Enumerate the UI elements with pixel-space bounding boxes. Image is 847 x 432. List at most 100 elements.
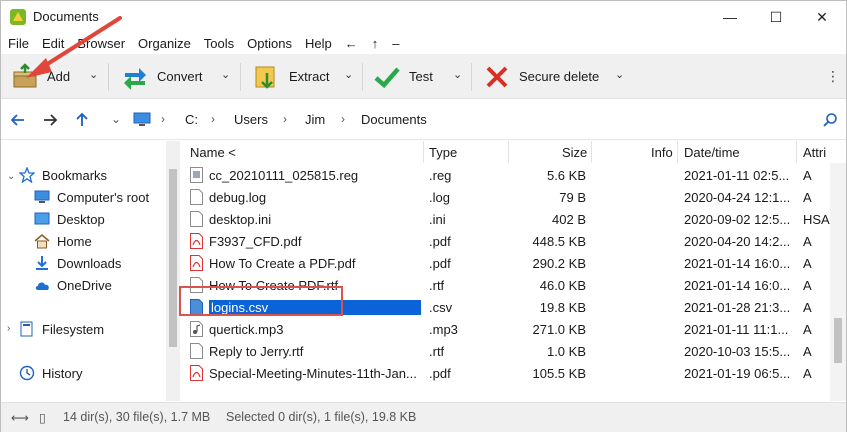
tree-label-bookmarks: Bookmarks [42, 167, 108, 183]
column-header-date[interactable]: Date/time [684, 145, 740, 160]
tree-scrollbar-thumb[interactable] [169, 169, 177, 347]
menu-help[interactable]: Help [305, 36, 338, 51]
file-attributes: A [803, 322, 812, 337]
table-row[interactable]: F3937_CFD.pdf .pdf 448.5 KB 2020-04-20 14:2… [182, 230, 832, 252]
menu-up-icon[interactable]: ↑ [372, 36, 379, 51]
column-divider[interactable] [796, 141, 797, 163]
breadcrumb-separator: › [211, 112, 215, 126]
tree-item-home[interactable]: Home [34, 231, 92, 251]
table-row[interactable]: Reply to Jerry.rtf .rtf 1.0 KB 2020-10-03 1… [182, 340, 832, 362]
computer-icon [34, 189, 50, 205]
column-divider[interactable] [591, 141, 592, 163]
add-dropdown-icon[interactable]: ⌄ [89, 68, 98, 81]
table-row[interactable]: debug.log .log 79 B 2020-04-24 12:1... A [182, 186, 832, 208]
table-row[interactable]: quertick.mp3 .mp3 271.0 KB 2021-01-11 11:1.… [182, 318, 832, 340]
file-attributes: A [803, 366, 812, 381]
toolbar-more-icon[interactable]: ⋮ [826, 68, 840, 85]
history-dropdown-icon[interactable]: ⌄ [111, 112, 121, 126]
secure-delete-dropdown-icon[interactable]: ⌄ [615, 68, 624, 81]
menu-minimize-icon[interactable]: – [392, 36, 399, 51]
computer-icon[interactable] [131, 109, 153, 131]
tree-scrollbar[interactable] [166, 141, 180, 401]
menu-tools[interactable]: Tools [204, 36, 240, 51]
file-name: F3937_CFD.pdf [209, 234, 302, 249]
menu-options[interactable]: Options [247, 36, 298, 51]
file-list-scrollbar[interactable] [830, 163, 846, 401]
toolbar-divider [240, 63, 241, 91]
menu-file[interactable]: File [8, 36, 35, 51]
tree-label-filesystem: Filesystem [42, 321, 105, 337]
tree-label-onedrive: OneDrive [57, 277, 112, 293]
column-divider[interactable] [508, 141, 509, 163]
close-button[interactable]: ✕ [799, 1, 845, 33]
search-icon[interactable] [819, 109, 841, 131]
menu-edit[interactable]: Edit [42, 36, 70, 51]
text-file-icon [190, 343, 203, 359]
extract-button[interactable]: Extract [253, 54, 329, 99]
convert-button[interactable]: Convert [121, 54, 203, 99]
table-row[interactable]: desktop.ini .ini 402 B 2020-09-02 12:5... HS… [182, 208, 832, 230]
column-header-type[interactable]: Type [429, 145, 457, 160]
extract-dropdown-icon[interactable]: ⌄ [344, 68, 353, 81]
minimize-button[interactable]: — [707, 1, 753, 33]
column-divider[interactable] [677, 141, 678, 163]
file-size: 402 B [552, 212, 586, 227]
breadcrumb-users[interactable]: Users [234, 112, 268, 127]
secure-delete-button[interactable]: Secure delete [483, 54, 599, 99]
column-header-attributes[interactable]: Attri [803, 145, 826, 160]
tree-item-computers-root[interactable]: Computer's root [34, 187, 149, 207]
back-arrow-icon[interactable] [7, 109, 29, 131]
test-label: Test [409, 69, 433, 84]
forward-arrow-icon[interactable] [39, 109, 61, 131]
maximize-button[interactable]: ☐ [753, 1, 799, 33]
tree-label-home: Home [57, 233, 92, 249]
column-header-info[interactable]: Info [651, 145, 673, 160]
file-attributes: A [803, 278, 812, 293]
table-row[interactable]: Special-Meeting-Minutes-11th-Jan... .pdf 1… [182, 362, 832, 384]
file-size: 19.8 KB [539, 300, 586, 315]
file-type: .mp3 [429, 322, 458, 337]
table-row[interactable]: How To Create a PDF.pdf .pdf 290.2 KB 2021-… [182, 252, 832, 274]
extract-label: Extract [289, 69, 330, 84]
file-list-scrollbar-thumb[interactable] [834, 318, 842, 363]
column-header-name[interactable]: Name < [190, 145, 236, 160]
tree-item-desktop[interactable]: Desktop [34, 209, 105, 229]
menu-back-icon[interactable]: ← [345, 36, 358, 51]
table-row[interactable]: cc_20210111_025815.reg .reg 5.6 KB 2021-01-… [182, 164, 832, 186]
file-type: .ini [429, 212, 446, 227]
file-date: 2021-01-19 06:5... [684, 366, 791, 381]
menu-organize[interactable]: Organize [138, 36, 197, 51]
tree-item-bookmarks[interactable]: Bookmarks [19, 165, 107, 185]
breadcrumb-documents[interactable]: Documents [361, 112, 427, 127]
up-arrow-icon[interactable] [71, 109, 93, 131]
menu-bar: File Edit Browser Organize Tools Options… [1, 33, 846, 53]
menu-browser[interactable]: Browser [77, 36, 131, 51]
add-button[interactable]: Add [11, 54, 70, 99]
bookmarks-expand-icon[interactable]: ⌄ [7, 171, 15, 182]
filesystem-icon [19, 321, 35, 337]
file-attributes: A [803, 234, 812, 249]
test-button[interactable]: Test [373, 54, 433, 99]
test-dropdown-icon[interactable]: ⌄ [453, 68, 462, 81]
convert-label: Convert [157, 69, 203, 84]
file-list: Name < Type Size Info Date/time Attri cc… [182, 141, 846, 401]
tree-item-downloads[interactable]: Downloads [34, 253, 121, 273]
column-divider[interactable] [423, 141, 424, 163]
breadcrumb-drive[interactable]: C: [185, 112, 198, 127]
file-date: 2021-01-14 16:0... [684, 256, 791, 271]
file-attributes: A [803, 190, 812, 205]
address-bar: ⌄ › C: › Users › Jim › Documents [1, 100, 846, 140]
column-header-size[interactable]: Size [562, 145, 587, 160]
tree-item-history[interactable]: History [19, 363, 82, 383]
convert-dropdown-icon[interactable]: ⌄ [221, 68, 230, 81]
file-type: .log [429, 190, 450, 205]
breadcrumb-jim[interactable]: Jim [305, 112, 325, 127]
filesystem-expand-icon[interactable]: › [7, 323, 10, 334]
app-logo-icon [10, 9, 26, 25]
tree-item-filesystem[interactable]: Filesystem [19, 319, 104, 339]
tree-item-onedrive[interactable]: OneDrive [34, 275, 112, 295]
resize-arrows-icon[interactable]: ⟷ [11, 410, 29, 425]
file-name: desktop.ini [209, 212, 272, 227]
file-type: .rtf [429, 278, 445, 293]
toolbar-divider [471, 63, 472, 91]
